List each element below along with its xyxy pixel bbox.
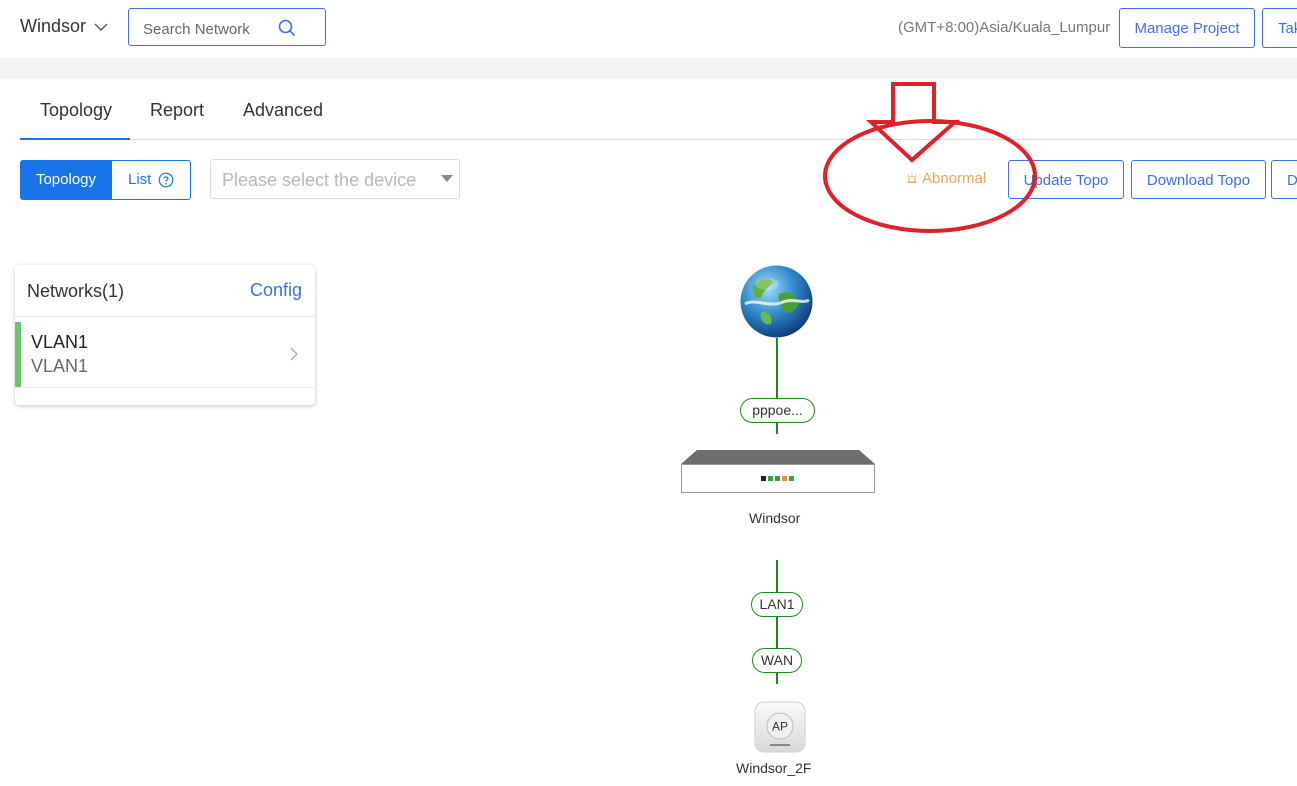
link-label-wan: WAN xyxy=(752,648,802,673)
ap-badge: AP xyxy=(772,720,788,734)
search-box[interactable] xyxy=(128,8,326,46)
header-separator-band xyxy=(0,58,1297,79)
update-topo-button[interactable]: Update Topo xyxy=(1008,160,1124,199)
alarm-icon xyxy=(907,173,917,183)
network-item-vlan1[interactable]: VLAN1 VLAN1 xyxy=(15,322,315,388)
networks-title: Networks(1) xyxy=(27,281,125,301)
active-tab-indicator xyxy=(20,138,130,140)
link-label-pppoe: pppoe... xyxy=(740,398,815,423)
tab-topology[interactable]: Topology xyxy=(40,100,112,121)
link-line xyxy=(776,423,778,434)
tab-advanced[interactable]: Advanced xyxy=(243,100,323,121)
abnormal-label: Abnormal xyxy=(922,170,987,187)
annotation-arrow xyxy=(865,82,961,163)
tab-report[interactable]: Report xyxy=(150,100,204,121)
timezone-label: (GMT+8:00)Asia/Kuala_Lumpur xyxy=(898,19,1111,36)
device-select[interactable]: Please select the device xyxy=(210,159,460,199)
project-selector[interactable]: Windsor xyxy=(20,16,86,37)
access-point-device-icon[interactable]: AP xyxy=(754,701,806,753)
help-icon[interactable] xyxy=(158,172,174,188)
device-select-placeholder: Please select the device xyxy=(222,170,417,190)
config-link[interactable]: Config xyxy=(250,280,302,301)
chevron-down-icon[interactable] xyxy=(93,19,109,35)
vlan-name: VLAN1 xyxy=(31,332,89,352)
networks-divider xyxy=(15,316,315,317)
search-icon[interactable] xyxy=(277,18,297,38)
link-label-lan1: LAN1 xyxy=(751,592,803,617)
gateway-device-icon[interactable] xyxy=(681,450,875,493)
vlan-subtitle: VLAN1 xyxy=(31,356,89,376)
truncated-toolbar-button[interactable]: D xyxy=(1271,160,1297,199)
view-list-button[interactable]: List xyxy=(111,160,191,200)
manage-project-button[interactable]: Manage Project xyxy=(1119,8,1255,48)
search-input[interactable] xyxy=(141,18,285,40)
truncated-header-button[interactable]: Tak xyxy=(1262,8,1297,48)
device-name-ap: Windsor_2F xyxy=(736,760,812,776)
internet-globe-icon[interactable] xyxy=(739,264,814,339)
link-line xyxy=(776,338,778,398)
networks-panel: Networks(1) Config VLAN1 VLAN1 xyxy=(15,265,315,405)
link-line xyxy=(776,617,778,648)
tab-divider xyxy=(20,139,1297,140)
link-line xyxy=(776,560,778,592)
vlan-status-accent xyxy=(15,322,21,387)
view-list-label: List xyxy=(128,171,152,188)
view-topology-button[interactable]: Topology xyxy=(20,160,112,200)
download-topo-button[interactable]: Download Topo xyxy=(1131,160,1266,199)
vlan-divider xyxy=(15,387,315,388)
caret-down-icon xyxy=(441,175,453,182)
device-name-gateway: Windsor xyxy=(749,510,801,526)
abnormal-alarm-button[interactable]: Abnormal xyxy=(906,170,986,187)
chevron-right-icon xyxy=(290,347,298,361)
link-line xyxy=(776,672,778,684)
